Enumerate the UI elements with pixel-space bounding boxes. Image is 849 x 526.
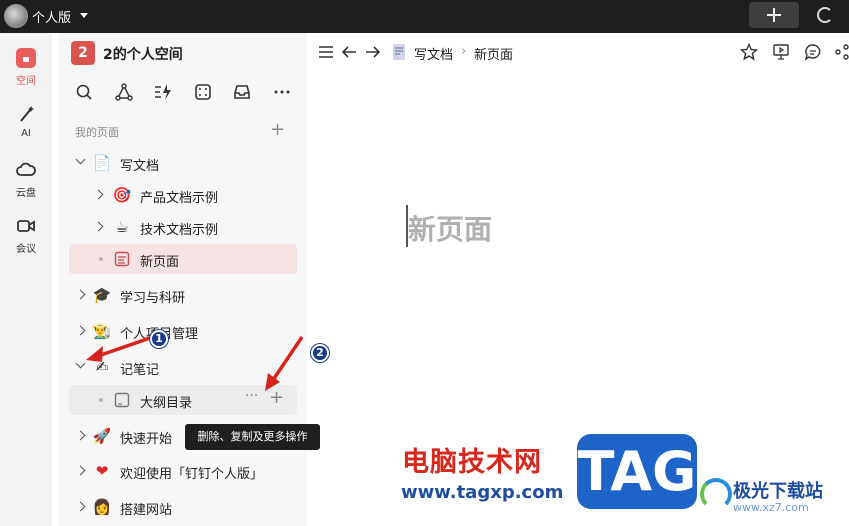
watermark-jg-url: www.xz7.com — [733, 501, 809, 514]
chevron-right-icon[interactable] — [75, 289, 86, 300]
tree-row-notes[interactable]: ✍ 记笔记 — [69, 352, 297, 382]
menu-icon[interactable] — [317, 43, 335, 61]
graduation-cap-icon: 🎓 — [92, 286, 112, 304]
tree-row-study[interactable]: 🎓 学习与科研 — [69, 280, 297, 310]
rocket-icon: 🚀 — [92, 427, 112, 445]
inbox-icon[interactable] — [233, 83, 251, 101]
back-arrow-icon[interactable] — [340, 43, 358, 61]
step-marker-1: 1 — [150, 330, 168, 348]
chevron-right-icon[interactable] — [75, 430, 86, 441]
tree-row-label: 学习与科研 — [120, 291, 186, 306]
page-icon — [114, 251, 130, 267]
farmer-icon: 👨‍🌾 — [92, 322, 112, 340]
tree-row-tech-docs[interactable]: ☕ 技术文档示例 — [69, 212, 297, 242]
breadcrumb-separator: › — [461, 44, 467, 59]
tooltip: 删除、复制及更多操作 — [185, 424, 320, 450]
writing-hand-icon: ✍ — [95, 358, 109, 376]
heart-icon: ❤ — [95, 462, 109, 480]
space-title[interactable]: 2的个人空间 — [103, 44, 183, 64]
rail-item-space[interactable]: 空间 — [0, 48, 52, 98]
watermark-tag-logo: TAG — [577, 434, 697, 509]
tree-row-product-docs[interactable]: 🎯 产品文档示例 — [69, 180, 297, 210]
template-icon[interactable] — [194, 83, 212, 101]
document-icon: 📄 — [92, 154, 112, 172]
chevron-right-icon[interactable] — [93, 189, 104, 200]
rail-item-label: AI — [21, 128, 31, 139]
watermark-site-name: 电脑技术网 — [402, 447, 542, 478]
graph-icon[interactable] — [115, 83, 133, 101]
add-page-button[interactable]: + — [270, 121, 285, 139]
woman-icon: 👩 — [92, 498, 112, 516]
document-icon — [393, 44, 405, 60]
star-icon[interactable] — [740, 43, 758, 61]
bullet-dot — [99, 257, 103, 261]
chevron-right-icon[interactable] — [75, 325, 86, 336]
row-add-button[interactable]: + — [269, 387, 284, 408]
sync-icon[interactable] — [817, 7, 833, 23]
tree-row-label: 记笔记 — [120, 363, 160, 378]
tree-row-label: 新页面 — [140, 255, 180, 270]
target-icon: 🎯 — [112, 186, 132, 204]
rail-item-label: 会议 — [16, 244, 36, 255]
lightning-list-icon[interactable] — [154, 83, 172, 101]
rail-item-cloud[interactable]: 云盘 — [0, 160, 52, 210]
jiguang-logo-icon — [700, 478, 732, 510]
step-marker-2: 2 — [311, 344, 329, 362]
forward-arrow-icon[interactable] — [364, 43, 382, 61]
nav-rail: 空间 AI 云盘 会议 — [0, 33, 52, 526]
tree-row-label: 快速开始 — [120, 432, 173, 447]
watermark-site-url: www.tagxp.com — [401, 482, 564, 503]
cloud-icon — [16, 162, 36, 176]
page-title[interactable]: 新页面 — [408, 208, 492, 248]
share-icon[interactable] — [833, 43, 849, 61]
rail-item-ai[interactable]: AI — [0, 104, 52, 154]
video-icon — [17, 220, 35, 232]
comment-icon[interactable] — [804, 43, 822, 61]
chevron-down-icon[interactable] — [75, 154, 86, 165]
search-icon[interactable] — [75, 83, 93, 101]
tree-row-write-docs[interactable]: 📄 写文档 — [69, 148, 297, 178]
chevron-right-icon[interactable] — [93, 221, 104, 232]
section-label-my-pages[interactable]: 我的页面 — [75, 124, 119, 140]
ai-wand-icon — [20, 106, 34, 122]
tree-row-project[interactable]: 👨‍🌾 个人项目管理 — [69, 316, 297, 346]
space-badge: 2 — [71, 41, 95, 65]
tree-row-label: 技术文档示例 — [140, 223, 219, 238]
more-icon[interactable] — [273, 83, 291, 101]
page-icon — [114, 392, 130, 408]
breadcrumb-current: 新页面 — [474, 48, 514, 63]
chevron-right-icon[interactable] — [75, 501, 86, 512]
tree-row-website[interactable]: 👩 搭建网站 — [69, 492, 297, 522]
tree-row-label: 产品文档示例 — [140, 191, 219, 206]
tree-row-label: 大纲目录 — [140, 396, 193, 411]
tree-row-outline[interactable]: 大纲目录 ··· + — [69, 385, 297, 415]
chevron-right-icon[interactable] — [75, 465, 86, 476]
rail-item-meeting[interactable]: 会议 — [0, 216, 52, 266]
watermark-jg-name: 极光下载站 — [733, 481, 823, 502]
bullet-dot — [99, 398, 103, 402]
row-more-button[interactable]: ··· — [245, 388, 258, 404]
chevron-down-icon[interactable] — [75, 358, 86, 369]
tree-row-label: 欢迎使用「钉钉个人版」 — [120, 467, 264, 482]
breadcrumb-parent[interactable]: 写文档 — [414, 44, 453, 63]
chevron-down-icon[interactable] — [80, 13, 88, 18]
present-icon[interactable] — [772, 43, 790, 61]
rail-item-label: 云盘 — [16, 188, 36, 199]
tree-row-label: 写文档 — [120, 159, 160, 174]
space-icon — [16, 48, 36, 68]
rail-item-label: 空间 — [16, 76, 36, 87]
tree-row-welcome[interactable]: ❤ 欢迎使用「钉钉个人版」 — [69, 456, 297, 486]
avatar[interactable] — [4, 4, 28, 28]
tree-row-new-page[interactable]: 新页面 — [69, 244, 297, 274]
tree-row-label: 搭建网站 — [120, 503, 173, 518]
new-tab-button[interactable] — [749, 2, 799, 28]
coffee-icon: ☕ — [115, 218, 129, 236]
top-bar — [0, 0, 849, 33]
workspace-switcher-label[interactable]: 个人版 — [32, 7, 71, 26]
